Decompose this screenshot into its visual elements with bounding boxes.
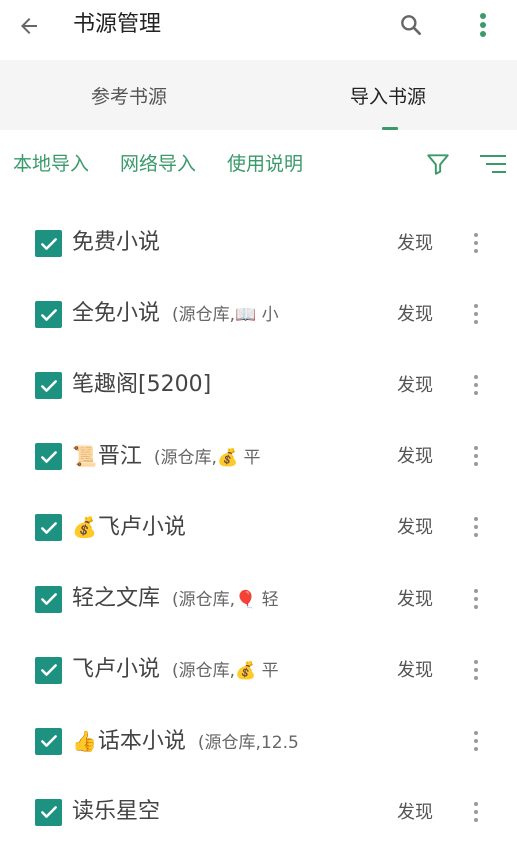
list-item[interactable]: 📜 晋江 (源仓库,💰 平 发现	[0, 421, 517, 492]
check-icon	[40, 237, 57, 250]
source-name: 免费小说	[72, 230, 161, 255]
checkbox-checked[interactable]	[35, 798, 62, 826]
source-name-line: 👍 话本小说 (源仓库,12.5	[72, 724, 299, 758]
more-vertical-icon[interactable]	[467, 655, 485, 685]
source-title: 读乐星空	[72, 795, 302, 829]
list-item[interactable]: 读乐星空 发现	[0, 777, 517, 848]
source-name: 读乐星空	[72, 798, 161, 824]
source-name-line: 飞卢小说 (源仓库,💰 平	[72, 653, 279, 687]
source-group: (源仓库,📖 小	[172, 305, 279, 326]
source-title: 👍 话本小说 (源仓库,12.5	[72, 724, 302, 758]
more-vertical-icon[interactable]	[467, 512, 485, 542]
explore-button[interactable]: 发现	[397, 515, 433, 541]
source-title: 笔趣阁[5200]	[72, 368, 302, 402]
list-item[interactable]: 飞卢小说 (源仓库,💰 平 发现	[0, 635, 517, 706]
source-name: 话本小说	[97, 728, 186, 754]
source-name-line: 免费小说	[72, 226, 160, 260]
more-vertical-icon[interactable]	[467, 299, 485, 329]
source-group: (源仓库,12.5	[197, 732, 299, 753]
page-title: 书源管理	[73, 12, 162, 37]
explore-button[interactable]: 发现	[397, 800, 433, 826]
network-import-button[interactable]: 网络导入	[120, 150, 196, 178]
source-name-line: 读乐星空	[72, 795, 160, 829]
source-title: 轻之文库 (源仓库,🎈 轻	[72, 582, 302, 616]
source-name: 飞卢小说	[72, 656, 161, 682]
explore-button[interactable]: 发现	[397, 587, 433, 613]
checkbox-checked[interactable]	[35, 301, 62, 329]
source-name-line: 笔趣阁[5200]	[72, 368, 211, 402]
source-name-line: 全免小说 (源仓库,📖 小	[72, 297, 279, 331]
source-name: 全免小说	[72, 301, 161, 327]
checkbox-checked[interactable]	[35, 656, 62, 684]
checkbox-checked[interactable]	[35, 727, 62, 755]
checkbox-checked[interactable]	[35, 372, 62, 400]
list-item[interactable]: 轻之文库 (源仓库,🎈 轻 发现	[0, 564, 517, 635]
check-icon	[40, 593, 57, 605]
source-name: 飞卢小说	[97, 515, 186, 541]
source-title: 全免小说 (源仓库,📖 小	[72, 297, 302, 331]
usage-instructions-button[interactable]: 使用说明	[227, 150, 303, 178]
search-icon[interactable]	[394, 8, 428, 42]
list-item[interactable]: 全免小说 (源仓库,📖 小 发现	[0, 279, 517, 350]
tab-reference-sources[interactable]: 参考书源	[0, 60, 258, 130]
filter-icon[interactable]	[422, 148, 454, 180]
more-vertical-icon[interactable]	[467, 228, 485, 258]
source-name: 轻之文库	[72, 585, 161, 611]
check-icon	[40, 806, 57, 819]
tab-import-sources[interactable]: 导入书源	[259, 60, 517, 130]
more-vertical-icon[interactable]	[466, 8, 500, 42]
action-row: 本地导入 网络导入 使用说明	[0, 140, 517, 188]
source-group: (源仓库,💰 平	[172, 660, 279, 681]
check-icon	[40, 664, 57, 676]
source-name: 笔趣阁[5200]	[72, 372, 212, 398]
more-vertical-icon[interactable]	[467, 584, 485, 614]
app-bar: 书源管理	[0, 0, 517, 52]
source-name-line: 💰 飞卢小说	[72, 510, 186, 544]
sort-icon[interactable]	[476, 148, 510, 180]
explore-button[interactable]: 发现	[397, 302, 433, 328]
source-emoji-icon: 👍	[72, 728, 97, 753]
arrow-left-icon[interactable]	[12, 9, 46, 43]
local-import-button[interactable]: 本地导入	[13, 150, 89, 178]
check-icon	[40, 522, 57, 534]
source-title: 📜 晋江 (源仓库,💰 平	[72, 439, 302, 473]
more-vertical-icon[interactable]	[467, 726, 485, 756]
source-name-line: 轻之文库 (源仓库,🎈 轻	[72, 582, 279, 616]
source-group: (源仓库,🎈 轻	[172, 589, 279, 610]
explore-button[interactable]: 发现	[397, 444, 433, 470]
check-icon	[40, 735, 57, 748]
tab-indicator	[382, 127, 398, 130]
more-vertical-icon[interactable]	[467, 797, 485, 827]
explore-button[interactable]: 发现	[397, 658, 433, 684]
source-group: (源仓库,💰 平	[153, 448, 261, 469]
source-title: 免费小说	[72, 226, 302, 260]
list-item[interactable]: 👍 话本小说 (源仓库,12.5	[0, 706, 517, 777]
checkbox-checked[interactable]	[35, 514, 62, 542]
check-icon	[40, 450, 57, 463]
check-icon	[40, 379, 57, 392]
source-title: 💰 飞卢小说	[72, 510, 302, 544]
list-item[interactable]: 免费小说 发现	[0, 208, 517, 279]
more-vertical-icon[interactable]	[467, 370, 485, 400]
checkbox-checked[interactable]	[35, 585, 62, 613]
more-vertical-icon[interactable]	[467, 441, 485, 471]
list-item[interactable]: 💰 飞卢小说 发现	[0, 492, 517, 563]
source-emoji-icon: 📜	[72, 444, 97, 469]
source-name-line: 📜 晋江 (源仓库,💰 平	[72, 439, 261, 473]
checkbox-checked[interactable]	[35, 443, 62, 471]
source-emoji-icon: 💰	[72, 515, 97, 540]
source-title: 飞卢小说 (源仓库,💰 平	[72, 653, 302, 687]
explore-button[interactable]: 发现	[397, 373, 433, 399]
source-name: 晋江	[97, 444, 142, 470]
explore-button[interactable]: 发现	[397, 231, 433, 257]
check-icon	[40, 308, 57, 321]
list-item[interactable]: 笔趣阁[5200] 发现	[0, 350, 517, 421]
checkbox-checked[interactable]	[35, 230, 62, 257]
tab-bar: 参考书源 导入书源	[0, 60, 517, 130]
